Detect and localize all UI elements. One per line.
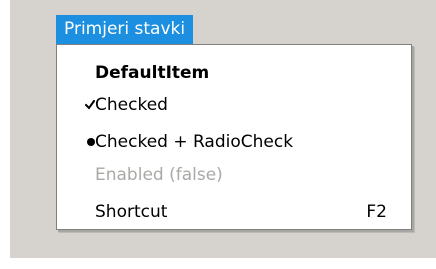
window-bottom-border — [10, 258, 436, 260]
bullet-icon — [87, 138, 95, 146]
dropdown-menu: DefaultItem Checked Checked + RadioCheck… — [56, 44, 412, 230]
menu-header-primjeri-stavki[interactable]: Primjeri stavki — [56, 15, 194, 44]
menu-item-default-item[interactable]: DefaultItem — [57, 56, 411, 90]
menu-item-label: Enabled (false) — [95, 165, 223, 185]
menu-item-label: Checked + RadioCheck — [95, 132, 294, 152]
menu-item-check-slot — [57, 125, 95, 159]
menu-item-label: Shortcut — [95, 202, 168, 222]
menu-item-check-slot — [57, 158, 95, 192]
menu-item-checked[interactable]: Checked — [57, 88, 411, 122]
checkmark-icon — [85, 100, 95, 110]
menu-item-enabled-false: Enabled (false) — [57, 158, 411, 192]
menu-item-check-slot — [57, 195, 95, 229]
menu-item-check-slot — [57, 88, 95, 122]
menu-item-shortcut-key: F2 — [366, 202, 387, 222]
menu-item-check-slot — [57, 56, 95, 90]
menu-item-label: Checked — [95, 95, 168, 115]
menu-item-shortcut[interactable]: Shortcut F2 — [57, 195, 411, 229]
menu-item-checked-radiocheck[interactable]: Checked + RadioCheck — [57, 125, 411, 159]
menu-item-label: DefaultItem — [95, 63, 210, 83]
